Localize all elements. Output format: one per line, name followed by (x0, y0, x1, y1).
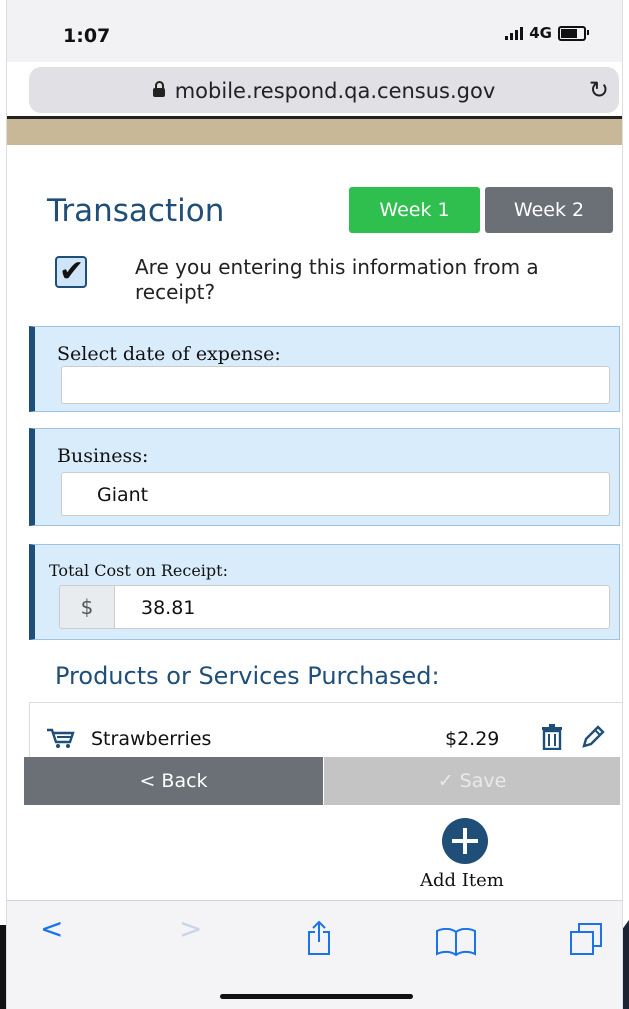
add-item-label[interactable]: Add Item (420, 870, 504, 891)
network-label: 4G (529, 24, 552, 42)
cart-icon (47, 728, 75, 748)
status-time: 1:07 (63, 25, 111, 47)
date-input[interactable] (61, 366, 610, 404)
status-bar: 1:07 4G (7, 0, 622, 62)
checkmark-icon: ✔ (59, 254, 85, 289)
battery-icon (558, 25, 589, 41)
products-heading: Products or Services Purchased: (55, 662, 440, 690)
lock-icon (152, 81, 165, 97)
reload-icon[interactable]: ↻ (589, 76, 609, 104)
currency-symbol: $ (59, 585, 115, 629)
total-cost-card: Total Cost on Receipt: $ 38.81 (29, 544, 620, 640)
bookmarks-icon[interactable] (435, 928, 477, 956)
trash-icon[interactable] (540, 724, 564, 750)
business-label: Business: (57, 445, 149, 467)
business-input[interactable]: Giant (61, 472, 610, 516)
receipt-checkbox-label: Are you entering this information from a… (135, 255, 539, 304)
share-icon[interactable] (305, 920, 333, 956)
business-card: Business: Giant (29, 428, 620, 526)
back-button[interactable]: < Back (24, 757, 323, 805)
product-name: Strawberries (91, 728, 212, 750)
total-cost-input[interactable]: 38.81 (115, 585, 610, 629)
tab-week-2[interactable]: Week 2 (485, 187, 613, 233)
add-item-icon[interactable] (442, 818, 488, 864)
page-title: Transaction (47, 193, 225, 229)
tab-week-1[interactable]: Week 1 (349, 187, 480, 233)
url-text: mobile.respond.qa.census.gov (174, 79, 496, 103)
back-chevron-icon[interactable]: < (40, 912, 63, 945)
date-label: Select date of expense: (57, 343, 281, 365)
product-price: $2.29 (445, 728, 500, 750)
pencil-icon[interactable] (580, 724, 606, 750)
receipt-checkbox[interactable]: ✔ (55, 254, 87, 289)
phone-screen: 1:07 4G mobile.respond.qa.census.gov ↻ T… (6, 0, 623, 1009)
date-card: Select date of expense: (29, 326, 620, 412)
home-indicator[interactable] (220, 994, 413, 999)
tabs-icon[interactable] (569, 922, 603, 956)
total-cost-label: Total Cost on Receipt: (49, 561, 228, 580)
signal-icon (505, 26, 524, 40)
site-banner (7, 119, 622, 145)
save-button[interactable]: ✓ Save (324, 757, 620, 805)
add-item-area (7, 805, 622, 901)
forward-chevron-icon[interactable]: > (179, 912, 202, 945)
address-bar[interactable]: mobile.respond.qa.census.gov ↻ (29, 67, 619, 113)
signal-area: 4G (505, 24, 589, 42)
url-display: mobile.respond.qa.census.gov (29, 79, 619, 103)
